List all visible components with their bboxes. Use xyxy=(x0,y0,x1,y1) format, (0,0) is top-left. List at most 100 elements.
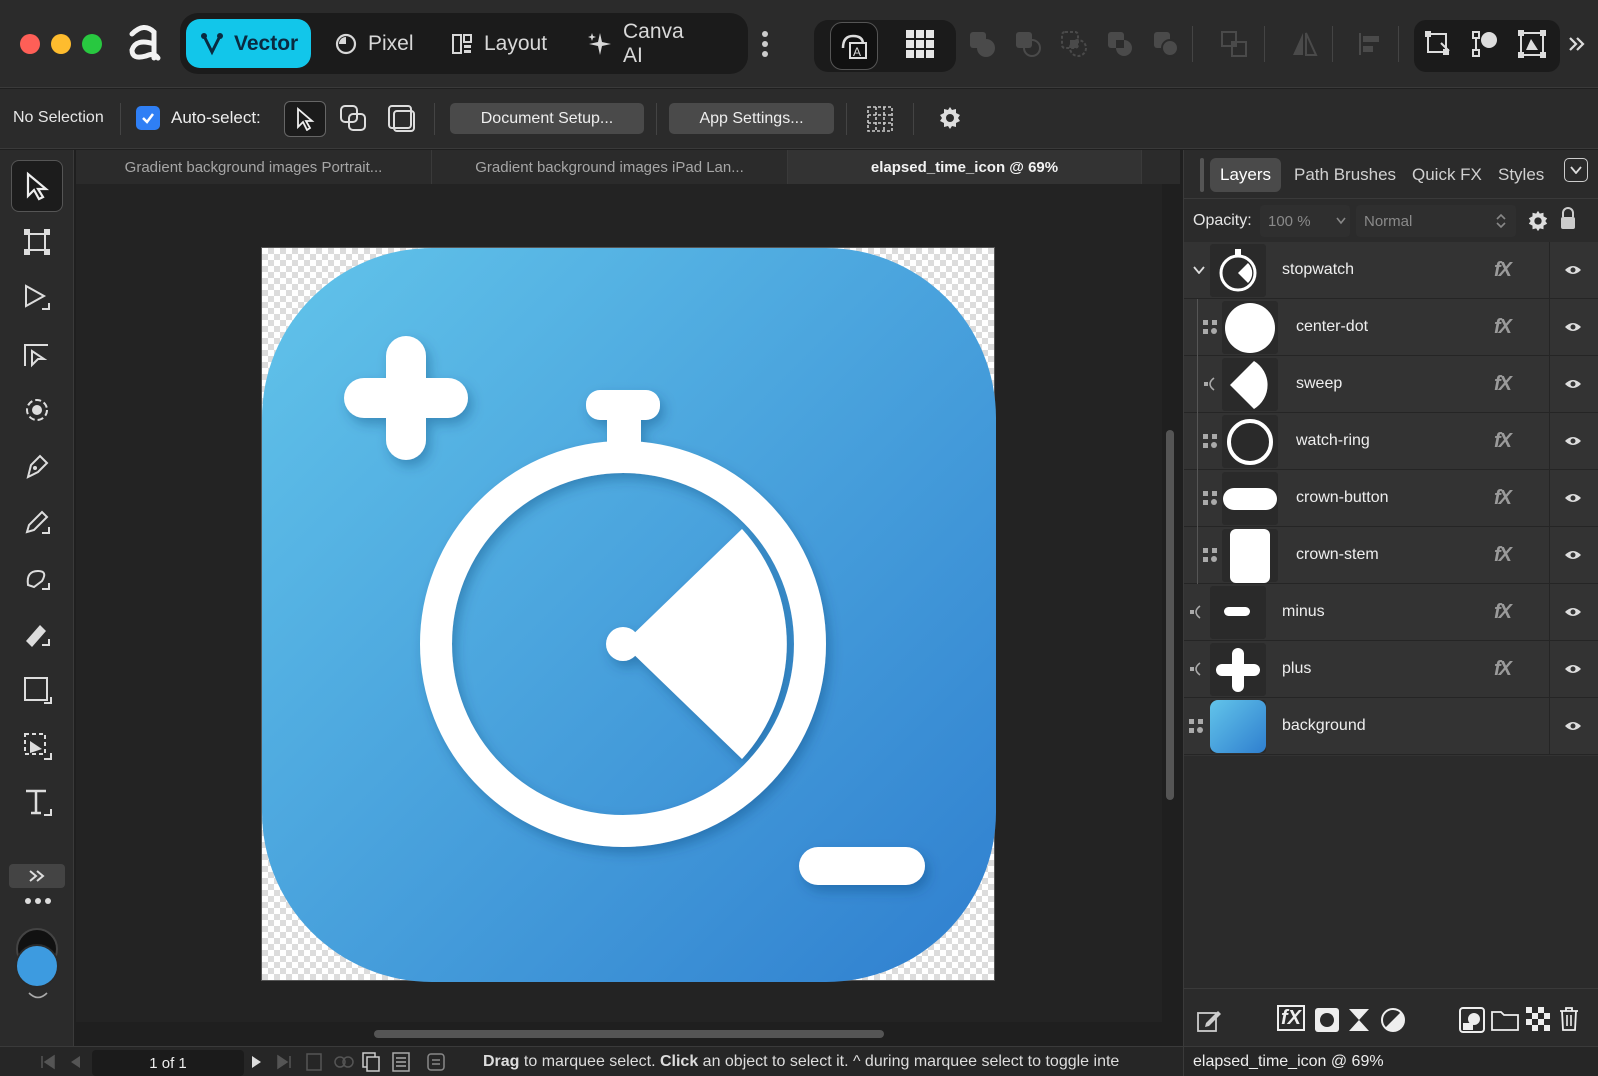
gear-icon[interactable] xyxy=(938,106,962,130)
artboard-tool[interactable] xyxy=(11,216,63,268)
tab-styles[interactable]: Styles xyxy=(1488,158,1554,192)
tab-gradient-ipad[interactable]: Gradient background images iPad Lan... xyxy=(432,150,788,184)
pages-icon[interactable] xyxy=(362,1052,380,1072)
layer-row[interactable]: stopwatch fX xyxy=(1184,242,1598,299)
fx-button[interactable]: fX xyxy=(1494,259,1512,282)
affinity-logo-icon[interactable] xyxy=(124,20,162,64)
visibility-eye-icon[interactable] xyxy=(1564,321,1582,333)
more-options-icon[interactable] xyxy=(745,24,785,64)
toolbar-overflow-icon[interactable] xyxy=(1562,24,1592,64)
layer-fx-icon[interactable]: fX xyxy=(1277,1005,1305,1031)
horizontal-scrollbar[interactable] xyxy=(374,1030,884,1038)
move-tool[interactable] xyxy=(11,160,63,212)
align-objects-icon[interactable] xyxy=(1214,24,1254,64)
vector-persona-button[interactable]: Vector xyxy=(186,19,311,68)
boolean-xor-icon[interactable] xyxy=(1100,24,1140,64)
pixel-persona-button[interactable]: Pixel xyxy=(320,19,430,68)
previous-page-icon[interactable] xyxy=(68,1054,82,1070)
swap-colors-icon[interactable] xyxy=(26,990,50,1002)
layer-row[interactable]: watch-ring fX xyxy=(1184,413,1598,470)
node-tool[interactable] xyxy=(11,272,63,324)
boolean-subtract-icon[interactable] xyxy=(1008,24,1048,64)
master-page-icon[interactable] xyxy=(392,1052,410,1072)
layer-row[interactable]: plus fX xyxy=(1184,641,1598,698)
layer-row[interactable]: background xyxy=(1184,698,1598,755)
bounding-box-icon[interactable] xyxy=(1512,24,1552,64)
rectangle-tool[interactable] xyxy=(11,664,63,716)
corner-tool[interactable] xyxy=(11,328,63,380)
fill-color-swatch[interactable] xyxy=(15,944,59,988)
mask-layer-icon[interactable] xyxy=(1314,1007,1340,1033)
visibility-eye-icon[interactable] xyxy=(1564,549,1582,561)
vertical-scrollbar[interactable] xyxy=(1166,430,1174,800)
more-tools-icon[interactable] xyxy=(24,897,52,905)
select-mode-intersect[interactable] xyxy=(338,103,370,135)
add-group-folder-icon[interactable] xyxy=(1491,1009,1519,1031)
select-mode-contain[interactable] xyxy=(386,103,418,135)
boolean-intersect-icon[interactable] xyxy=(1054,24,1094,64)
fx-button[interactable]: fX xyxy=(1494,487,1512,510)
tab-elapsed-time-icon[interactable]: elapsed_time_icon @ 69% xyxy=(788,150,1142,184)
tab-path-brushes[interactable]: Path Brushes xyxy=(1284,158,1406,192)
auto-select-checkbox[interactable] xyxy=(136,106,160,130)
zoom-window-button[interactable] xyxy=(82,34,102,54)
place-image-tool[interactable] xyxy=(11,720,63,772)
blend-mode-select[interactable]: Normal xyxy=(1356,205,1516,237)
add-pixel-layer-icon[interactable] xyxy=(1459,1007,1485,1033)
next-page-icon[interactable] xyxy=(250,1054,264,1070)
fx-button[interactable]: fX xyxy=(1494,316,1512,339)
rotate-tool[interactable] xyxy=(11,384,63,436)
close-window-button[interactable] xyxy=(20,34,40,54)
visibility-eye-icon[interactable] xyxy=(1564,492,1582,504)
fx-button[interactable]: fX xyxy=(1494,373,1512,396)
layer-row[interactable]: minus fX xyxy=(1184,584,1598,641)
tab-quick-fx[interactable]: Quick FX xyxy=(1402,158,1492,192)
flip-icon[interactable] xyxy=(1284,24,1324,64)
canva-ai-persona-button[interactable]: Canva AI xyxy=(573,19,713,68)
boolean-add-icon[interactable] xyxy=(962,24,1002,64)
visibility-eye-icon[interactable] xyxy=(1564,264,1582,276)
live-filter-icon[interactable] xyxy=(1380,1007,1406,1033)
fill-tool[interactable] xyxy=(11,608,63,660)
layer-row[interactable]: sweep fX xyxy=(1184,356,1598,413)
snap-to-object-icon[interactable] xyxy=(1465,24,1505,64)
page-indicator[interactable]: 1 of 1 xyxy=(92,1050,244,1076)
visibility-eye-icon[interactable] xyxy=(1564,606,1582,618)
vector-brush-tool[interactable] xyxy=(11,552,63,604)
tab-layers[interactable]: Layers xyxy=(1210,158,1282,192)
tab-gradient-portrait[interactable]: Gradient background images Portrait... xyxy=(76,150,432,184)
pen-tool[interactable] xyxy=(11,440,63,492)
edit-layer-icon[interactable] xyxy=(1196,1007,1222,1033)
panel-drag-handle[interactable] xyxy=(1200,158,1204,192)
opacity-field[interactable]: 100 % xyxy=(1260,205,1350,237)
fx-button[interactable]: fX xyxy=(1494,430,1512,453)
app-settings-button[interactable]: App Settings... xyxy=(669,103,834,134)
layer-row[interactable]: center-dot fX xyxy=(1184,299,1598,356)
adjustment-layer-icon[interactable] xyxy=(1347,1007,1371,1033)
panel-menu-button[interactable] xyxy=(1564,158,1588,182)
visibility-eye-icon[interactable] xyxy=(1564,720,1582,732)
layer-row[interactable]: crown-button fX xyxy=(1184,470,1598,527)
first-page-icon[interactable] xyxy=(40,1054,56,1070)
visibility-eye-icon[interactable] xyxy=(1564,435,1582,447)
fx-button[interactable]: fX xyxy=(1494,601,1512,624)
text-tool[interactable] xyxy=(11,776,63,828)
fx-button[interactable]: fX xyxy=(1494,544,1512,567)
layer-settings-gear-icon[interactable] xyxy=(1527,210,1549,232)
keyboard-icon[interactable] xyxy=(427,1053,445,1071)
visibility-eye-icon[interactable] xyxy=(1564,378,1582,390)
page-spread-icon[interactable] xyxy=(306,1053,322,1071)
rasterize-checker-icon[interactable] xyxy=(1526,1007,1550,1031)
last-page-icon[interactable] xyxy=(276,1054,292,1070)
boolean-divide-icon[interactable] xyxy=(1146,24,1186,64)
visibility-eye-icon[interactable] xyxy=(1564,663,1582,675)
expand-tools-button[interactable] xyxy=(9,864,65,888)
layer-row[interactable]: crown-stem fX xyxy=(1184,527,1598,584)
lock-icon[interactable] xyxy=(1559,207,1577,231)
grid-snapping-icon[interactable] xyxy=(900,24,940,64)
chevron-down-icon[interactable] xyxy=(1193,266,1205,274)
link-icon[interactable] xyxy=(334,1053,354,1071)
pencil-tool[interactable] xyxy=(11,496,63,548)
transform-origin-icon[interactable] xyxy=(1418,24,1458,64)
trash-icon[interactable] xyxy=(1558,1006,1580,1032)
